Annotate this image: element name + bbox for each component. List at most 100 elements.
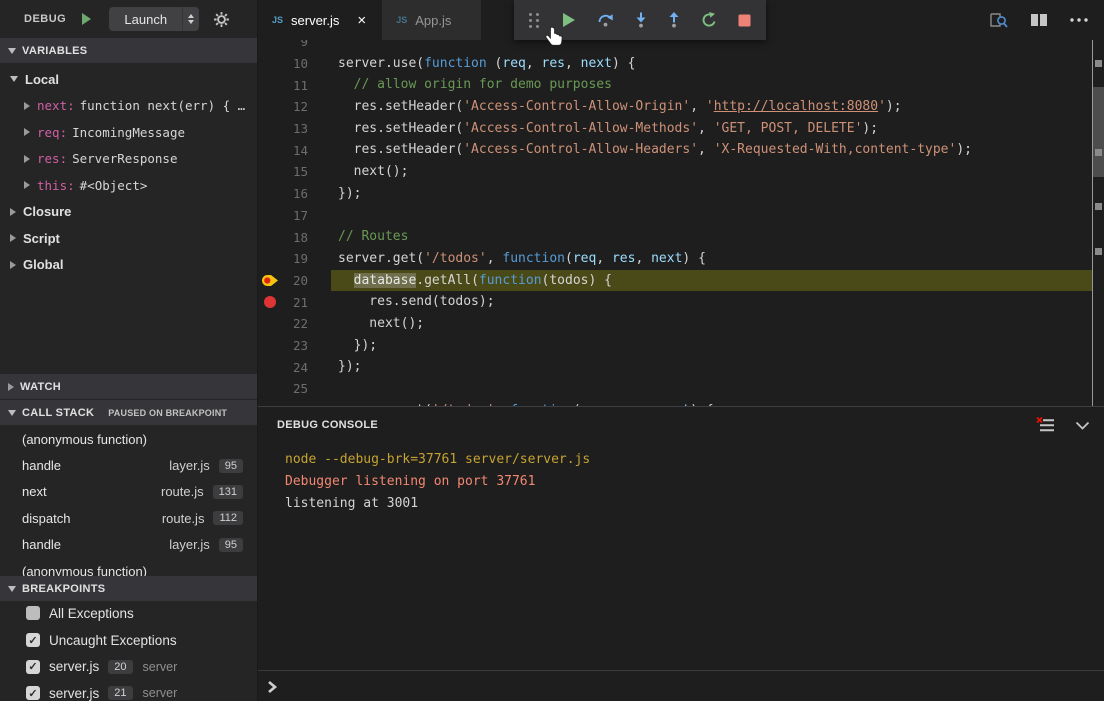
variable-row[interactable]: res:ServerResponse (0, 146, 257, 173)
restart-button[interactable] (701, 12, 717, 28)
code-line-17[interactable]: 17 (258, 205, 1104, 227)
variable-name: res: (37, 151, 67, 166)
breakpoint-row[interactable]: All Exceptions (0, 600, 257, 627)
call-stack-frame[interactable]: handlelayer.js95 (0, 452, 257, 478)
chevron-right-icon[interactable] (24, 102, 30, 110)
code-text[interactable]: // allow origin for demo purposes (331, 74, 1092, 96)
code-line-9[interactable]: 9 (258, 40, 1104, 53)
variables-section-header[interactable]: VARIABLES (0, 38, 257, 63)
code-text[interactable] (331, 40, 1092, 53)
code-text[interactable]: next(); (331, 161, 1092, 183)
console-output-line[interactable]: Debugger listening on port 37761 (285, 471, 1104, 493)
step-out-button[interactable] (668, 12, 680, 28)
code-text[interactable] (331, 378, 1092, 400)
close-icon[interactable]: × (357, 13, 366, 28)
code-line-15[interactable]: 15 next(); (258, 161, 1104, 183)
console-output-line[interactable]: node --debug-brk=37761 server/server.js (285, 449, 1104, 471)
tab-App-js[interactable]: JSApp.js (382, 0, 481, 40)
debug-console-title: DEBUG CONSOLE (277, 419, 378, 431)
more-actions-icon[interactable] (1070, 18, 1088, 22)
breakpoint-row[interactable]: ✓server.js20server (0, 653, 257, 680)
code-text[interactable]: server.use(function (req, res, next) { (331, 53, 1092, 75)
variable-row[interactable]: next:function next(err) { … (0, 93, 257, 120)
console-output-line[interactable]: listening at 3001 (285, 493, 1104, 515)
call-stack-frame[interactable]: dispatchroute.js112 (0, 505, 257, 531)
code-text[interactable]: }); (331, 335, 1092, 357)
chevron-right-icon[interactable] (10, 261, 16, 269)
drag-handle[interactable] (529, 13, 540, 28)
step-over-button[interactable] (597, 12, 614, 28)
debug-console-input[interactable] (258, 670, 1104, 701)
code-line-23[interactable]: 23 }); (258, 335, 1104, 357)
frame-name: next (22, 484, 47, 499)
scrollbar-thumb[interactable] (1093, 87, 1104, 177)
call-stack-section-header[interactable]: CALL STACK PAUSED ON BREAKPOINT (0, 400, 257, 425)
chevron-right-icon[interactable] (10, 208, 16, 216)
breakpoints-section-header[interactable]: BREAKPOINTS (0, 576, 257, 601)
code-editor[interactable]: 910server.use(function (req, res, next) … (258, 40, 1104, 406)
code-text[interactable] (331, 205, 1092, 227)
scope-row-closure[interactable]: Closure (0, 199, 257, 226)
code-line-19[interactable]: 19 server.get('/todos', function(req, res… (258, 248, 1104, 270)
code-line-10[interactable]: 10server.use(function (req, res, next) { (258, 53, 1104, 75)
stop-button[interactable] (738, 14, 751, 27)
scope-row-script[interactable]: Script (0, 225, 257, 252)
gear-icon[interactable] (213, 11, 230, 28)
scope-row-global[interactable]: Global (0, 252, 257, 279)
code-line-20[interactable]: 20 database.getAll(function(todos) { (258, 270, 1104, 292)
call-stack-frame[interactable]: (anonymous function) (0, 558, 257, 576)
chevron-right-icon[interactable] (24, 128, 30, 136)
frame-name: (anonymous function) (22, 432, 147, 447)
code-text[interactable]: res.setHeader('Access-Control-Allow-Orig… (331, 96, 1092, 118)
code-text[interactable]: res.send(todos); (331, 291, 1092, 313)
code-line-11[interactable]: 11 // allow origin for demo purposes (258, 74, 1104, 96)
code-line-21[interactable]: 21 res.send(todos); (258, 291, 1104, 313)
overview-ruler[interactable] (1092, 40, 1104, 406)
call-stack-frame[interactable]: nextroute.js131 (0, 479, 257, 505)
chevron-right-icon[interactable] (24, 155, 30, 163)
code-text[interactable]: server.get('/todos', function(req, res, … (331, 248, 1092, 270)
code-text[interactable]: res.setHeader('Access-Control-Allow-Meth… (331, 118, 1092, 140)
breakpoint-row[interactable]: ✓server.js21server (0, 680, 257, 701)
breakpoint-checkbox[interactable] (26, 606, 40, 620)
code-line-18[interactable]: 18// Routes (258, 226, 1104, 248)
line-number: 19 (282, 251, 308, 266)
code-line-24[interactable]: 24}); (258, 356, 1104, 378)
collapse-panel-icon[interactable] (1075, 421, 1090, 430)
step-into-button[interactable] (635, 12, 647, 28)
variable-row[interactable]: req:IncomingMessage (0, 119, 257, 146)
call-stack-frame[interactable]: (anonymous function) (0, 426, 257, 452)
code-line-12[interactable]: 12 res.setHeader('Access-Control-Allow-O… (258, 96, 1104, 118)
code-line-16[interactable]: 16}); (258, 183, 1104, 205)
breakpoint-checkbox[interactable]: ✓ (26, 686, 40, 700)
clear-console-icon[interactable] (1036, 417, 1055, 434)
code-text[interactable]: res.setHeader('Access-Control-Allow-Head… (331, 139, 1092, 161)
code-line-25[interactable]: 25 (258, 378, 1104, 400)
tab-server-js[interactable]: JSserver.js× (258, 0, 380, 40)
breakpoint-icon[interactable] (258, 296, 282, 308)
scope-row-local[interactable]: Local (0, 66, 257, 93)
code-text[interactable]: // Routes (331, 226, 1092, 248)
find-icon[interactable] (989, 11, 1008, 29)
code-line-14[interactable]: 14 res.setHeader('Access-Control-Allow-H… (258, 139, 1104, 161)
code-line-22[interactable]: 22 next(); (258, 313, 1104, 335)
launch-config-dropdown[interactable]: Launch (109, 7, 199, 31)
code-line-13[interactable]: 13 res.setHeader('Access-Control-Allow-M… (258, 118, 1104, 140)
code-text[interactable]: }); (331, 356, 1092, 378)
code-text[interactable]: }); (331, 183, 1092, 205)
watch-section-header[interactable]: WATCH (0, 374, 257, 399)
breakpoint-checkbox[interactable]: ✓ (26, 660, 40, 674)
code-text[interactable]: database.getAll(function(todos) { (331, 270, 1092, 292)
breakpoint-row[interactable]: ✓Uncaught Exceptions (0, 627, 257, 654)
chevron-down-icon (10, 76, 18, 82)
breakpoint-checkbox[interactable]: ✓ (26, 633, 40, 647)
chevron-right-icon[interactable] (24, 181, 30, 189)
chevron-right-icon[interactable] (10, 234, 16, 242)
start-debug-icon[interactable] (82, 13, 91, 25)
current-line-breakpoint-icon[interactable] (258, 274, 282, 287)
split-editor-icon[interactable] (1030, 13, 1048, 27)
ruler-decoration (1095, 60, 1102, 67)
code-text[interactable]: next(); (331, 313, 1092, 335)
call-stack-frame[interactable]: handlelayer.js95 (0, 532, 257, 558)
variable-row[interactable]: this:#<Object> (0, 172, 257, 199)
